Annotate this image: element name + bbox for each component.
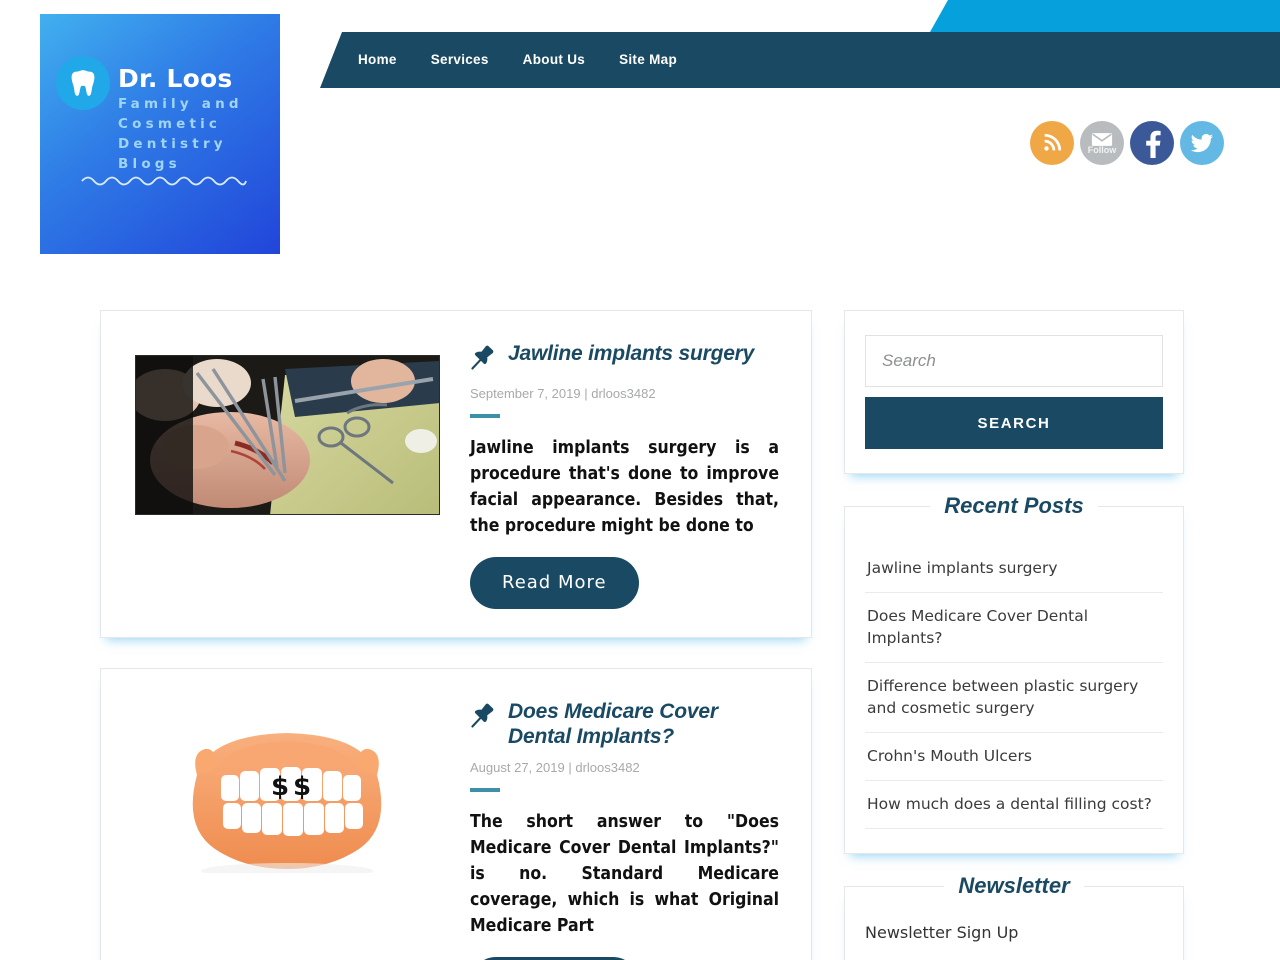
post-date: August 27, 2019 [470, 760, 565, 775]
post-title-row: Jawline implants surgery [470, 341, 779, 375]
logo-subtitle: Family and Cosmetic Dentistry Blogs [118, 96, 243, 172]
nav-link-site-map[interactable]: Site Map [619, 52, 677, 67]
nav-list: Home Services About Us Site Map [320, 32, 1280, 88]
post-excerpt: Jawline implants surgery is a procedure … [470, 438, 779, 536]
search-widget: SEARCH [844, 310, 1184, 474]
follow-email-icon[interactable]: Follow [1080, 121, 1124, 165]
jawline-surgery-image [135, 355, 440, 515]
recent-post-link[interactable]: How much does a dental filling cost? [865, 781, 1163, 828]
title-accent-bar [470, 788, 500, 792]
post-author: drloos3482 [575, 760, 640, 775]
newsletter-title: Newsletter [944, 873, 1084, 899]
pushpin-icon [470, 702, 496, 733]
post-meta-separator: | [568, 760, 572, 775]
recent-posts-list: Jawline implants surgery Does Medicare C… [865, 541, 1163, 829]
nav-item-about-us[interactable]: About Us [523, 51, 585, 69]
post-meta-separator: | [584, 386, 588, 401]
recent-posts-title: Recent Posts [930, 493, 1098, 519]
post-date: September 7, 2019 [470, 386, 581, 401]
sidebar: SEARCH Recent Posts Jawline implants sur… [844, 310, 1184, 960]
main-layout: Jawline implants surgery September 7, 20… [0, 300, 1280, 960]
post-meta: September 7, 2019 | drloos3482 [470, 386, 779, 401]
rss-icon[interactable] [1030, 121, 1074, 165]
list-item[interactable]: Jawline implants surgery [865, 541, 1163, 593]
post-content: Jawline implants surgery September 7, 20… [470, 341, 779, 609]
follow-label: Follow [1087, 144, 1117, 155]
post-meta: August 27, 2019 | drloos3482 [470, 760, 779, 775]
svg-text:$: $ [271, 772, 289, 802]
title-accent-bar [470, 414, 500, 418]
logo-title: Dr. Loos [118, 64, 233, 93]
twitter-icon[interactable] [1180, 121, 1224, 165]
top-accent-banner [930, 0, 1280, 32]
post-content: Does Medicare Cover Dental Implants? Aug… [470, 699, 779, 960]
tooth-icon [56, 56, 110, 110]
read-more-button[interactable]: Read More [470, 557, 639, 609]
nav-link-home[interactable]: Home [358, 52, 397, 67]
recent-post-link[interactable]: Jawline implants surgery [865, 545, 1163, 592]
nav-item-services[interactable]: Services [431, 51, 489, 69]
logo-wave-divider [81, 176, 247, 186]
recent-post-link[interactable]: Difference between plastic surgery and c… [865, 663, 1163, 732]
pushpin-icon [470, 344, 496, 375]
main-navigation: Home Services About Us Site Map [320, 32, 1280, 88]
search-button[interactable]: SEARCH [865, 397, 1163, 449]
post-card-body: $ $ Does Medicare Cover Dental Implants?… [135, 699, 779, 960]
recent-post-link[interactable]: Crohn's Mouth Ulcers [865, 733, 1163, 780]
nav-link-about-us[interactable]: About Us [523, 52, 585, 67]
nav-link-services[interactable]: Services [431, 52, 489, 67]
site-logo[interactable]: Dr. Loos Family and Cosmetic Dentistry B… [40, 14, 280, 254]
site-header: Home Services About Us Site Map Dr. Loos… [0, 0, 1280, 300]
social-links: Follow [1030, 121, 1224, 165]
list-item[interactable]: How much does a dental filling cost? [865, 781, 1163, 829]
logo-inner: Dr. Loos Family and Cosmetic Dentistry B… [40, 14, 280, 254]
list-item[interactable]: Does Medicare Cover Dental Implants? [865, 593, 1163, 663]
nav-item-site-map[interactable]: Site Map [619, 51, 677, 69]
list-item[interactable]: Difference between plastic surgery and c… [865, 663, 1163, 733]
dentures-image: $ $ [135, 713, 440, 873]
newsletter-title-wrap: Newsletter [865, 873, 1163, 899]
post-title[interactable]: Does Medicare Cover Dental Implants? [508, 699, 779, 749]
svg-text:$: $ [293, 772, 311, 802]
recent-posts-widget: Recent Posts Jawline implants surgery Do… [844, 493, 1184, 854]
post-card: $ $ Does Medicare Cover Dental Implants?… [100, 668, 812, 960]
recent-posts-title-wrap: Recent Posts [865, 493, 1163, 519]
post-card-body: Jawline implants surgery September 7, 20… [135, 341, 779, 609]
post-title[interactable]: Jawline implants surgery [508, 341, 754, 366]
page-root: Home Services About Us Site Map Dr. Loos… [0, 0, 1280, 960]
post-title-row: Does Medicare Cover Dental Implants? [470, 699, 779, 749]
list-item[interactable]: Crohn's Mouth Ulcers [865, 733, 1163, 781]
post-thumbnail[interactable]: $ $ [135, 713, 440, 873]
post-card: Jawline implants surgery September 7, 20… [100, 310, 812, 638]
newsletter-widget: Newsletter Newsletter Sign Up [844, 873, 1184, 960]
newsletter-text: Newsletter Sign Up [865, 923, 1019, 942]
search-input[interactable] [865, 335, 1163, 387]
recent-post-link[interactable]: Does Medicare Cover Dental Implants? [865, 593, 1163, 662]
post-list: Jawline implants surgery September 7, 20… [100, 310, 812, 960]
post-author: drloos3482 [591, 386, 656, 401]
facebook-icon[interactable] [1130, 121, 1174, 165]
nav-item-home[interactable]: Home [358, 51, 397, 69]
post-excerpt: The short answer to "Does Medicare Cover… [470, 812, 779, 936]
post-thumbnail[interactable] [135, 355, 440, 515]
